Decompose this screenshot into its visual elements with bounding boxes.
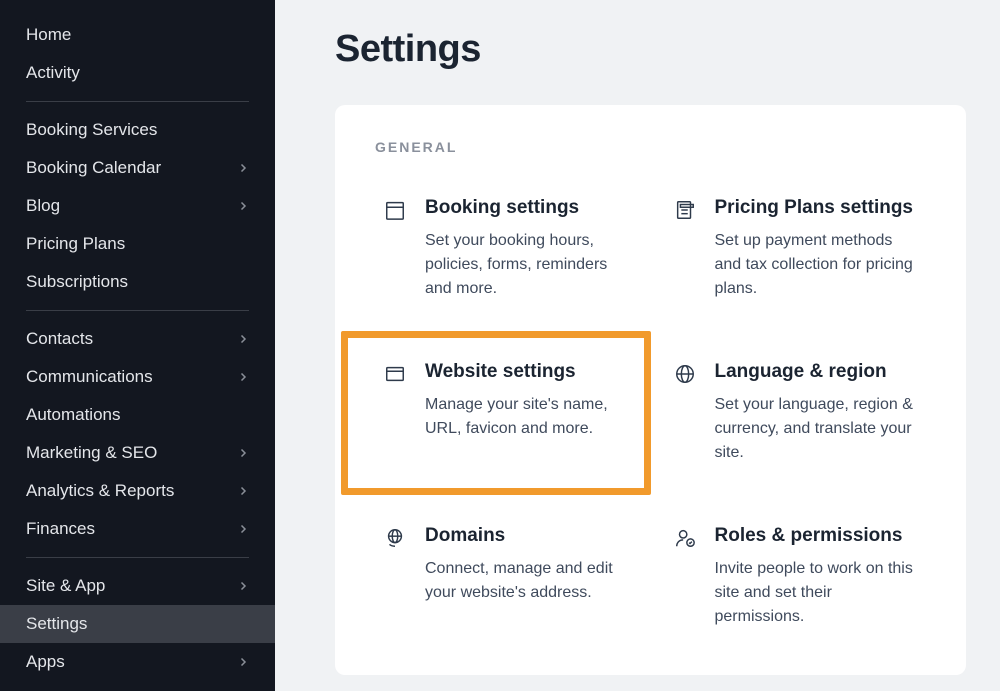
sidebar-divider (26, 557, 249, 558)
card-body: Roles & permissions Invite people to work… (715, 525, 919, 629)
roles-icon (673, 527, 697, 551)
sidebar-item-label: Communications (26, 367, 153, 387)
card-body: Website settings Manage your site's name,… (425, 361, 629, 465)
sidebar-item-label: Home (26, 25, 71, 45)
globe-icon (673, 363, 697, 387)
card-body: Pricing Plans settings Set up payment met… (715, 197, 919, 301)
sidebar-item-label: Booking Calendar (26, 158, 161, 178)
card-title: Roles & permissions (715, 525, 919, 547)
chevron-right-icon (237, 580, 249, 592)
card-body: Domains Connect, manage and edit your web… (425, 525, 629, 629)
sidebar-item-pricing-plans[interactable]: Pricing Plans (0, 225, 275, 263)
card-title: Language & region (715, 361, 919, 383)
settings-card-website-settings[interactable]: Website settings Manage your site's name,… (375, 355, 637, 471)
sidebar-item-home[interactable]: Home (0, 16, 275, 54)
panel-icon (383, 363, 407, 387)
card-description: Invite people to work on this site and s… (715, 557, 919, 629)
sidebar-item-subscriptions[interactable]: Subscriptions (0, 263, 275, 301)
sidebar-item-finances[interactable]: Finances (0, 510, 275, 548)
section-label-general: GENERAL (375, 139, 926, 155)
sidebar-item-label: Activity (26, 63, 80, 83)
sidebar-item-communications[interactable]: Communications (0, 358, 275, 396)
sidebar-item-label: Pricing Plans (26, 234, 125, 254)
settings-card-booking-settings[interactable]: Booking settings Set your booking hours, … (375, 191, 637, 307)
sidebar-item-site-app[interactable]: Site & App (0, 567, 275, 605)
sidebar-item-settings[interactable]: Settings (0, 605, 275, 643)
card-description: Set up payment methods and tax collectio… (715, 229, 919, 301)
chevron-right-icon (237, 523, 249, 535)
sidebar-item-marketing-seo[interactable]: Marketing & SEO (0, 434, 275, 472)
main-content: Settings GENERAL Booking settings Set you… (275, 0, 1000, 691)
chevron-right-icon (237, 200, 249, 212)
card-body: Booking settings Set your booking hours, … (425, 197, 629, 301)
sidebar-item-label: Contacts (26, 329, 93, 349)
card-title: Pricing Plans settings (715, 197, 919, 219)
chevron-right-icon (237, 371, 249, 383)
card-title: Domains (425, 525, 629, 547)
chevron-right-icon (237, 333, 249, 345)
card-description: Manage your site's name, URL, favicon an… (425, 393, 629, 441)
settings-card-roles-permissions[interactable]: Roles & permissions Invite people to work… (665, 519, 927, 635)
settings-card-domains[interactable]: Domains Connect, manage and edit your web… (375, 519, 637, 635)
sidebar-item-label: Site & App (26, 576, 105, 596)
card-description: Set your language, region & currency, an… (715, 393, 919, 465)
sidebar-item-label: Subscriptions (26, 272, 128, 292)
pricing-icon (673, 199, 697, 223)
globe-hand-icon (383, 527, 407, 551)
sidebar-item-apps[interactable]: Apps (0, 643, 275, 681)
card-title: Booking settings (425, 197, 629, 219)
chevron-right-icon (237, 656, 249, 668)
sidebar-item-booking-services[interactable]: Booking Services (0, 111, 275, 149)
settings-card-pricing-plans-settings[interactable]: Pricing Plans settings Set up payment met… (665, 191, 927, 307)
sidebar-divider (26, 101, 249, 102)
chevron-right-icon (237, 162, 249, 174)
sidebar-item-contacts[interactable]: Contacts (0, 320, 275, 358)
card-description: Set your booking hours, policies, forms,… (425, 229, 629, 301)
sidebar-item-blog[interactable]: Blog (0, 187, 275, 225)
sidebar-item-booking-calendar[interactable]: Booking Calendar (0, 149, 275, 187)
calendar-icon (383, 199, 407, 223)
card-description: Connect, manage and edit your website's … (425, 557, 629, 605)
chevron-right-icon (237, 447, 249, 459)
sidebar-item-label: Analytics & Reports (26, 481, 174, 501)
chevron-right-icon (237, 485, 249, 497)
sidebar-item-analytics-reports[interactable]: Analytics & Reports (0, 472, 275, 510)
sidebar-item-label: Automations (26, 405, 121, 425)
sidebar-item-activity[interactable]: Activity (0, 54, 275, 92)
settings-card-language-region[interactable]: Language & region Set your language, regi… (665, 355, 927, 471)
settings-cards-grid: Booking settings Set your booking hours, … (375, 191, 926, 635)
page-title: Settings (335, 28, 966, 71)
settings-panel: GENERAL Booking settings Set your booking… (335, 105, 966, 675)
sidebar-item-label: Settings (26, 614, 87, 634)
sidebar-item-label: Booking Services (26, 120, 157, 140)
card-title: Website settings (425, 361, 629, 383)
sidebar-item-label: Marketing & SEO (26, 443, 157, 463)
card-body: Language & region Set your language, regi… (715, 361, 919, 465)
sidebar-item-label: Blog (26, 196, 60, 216)
sidebar-item-automations[interactable]: Automations (0, 396, 275, 434)
sidebar-divider (26, 310, 249, 311)
sidebar-item-label: Finances (26, 519, 95, 539)
sidebar: Home Activity Booking Services Booking Cale… (0, 0, 275, 691)
sidebar-item-label: Apps (26, 652, 65, 672)
